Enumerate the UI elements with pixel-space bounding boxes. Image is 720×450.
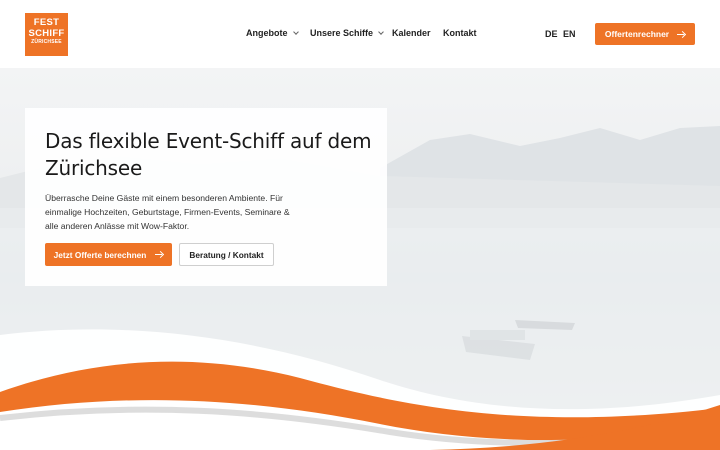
offertenrechner-button[interactable]: Offertenrechner [595, 23, 695, 45]
chevron-down-icon [292, 28, 299, 35]
calculate-offer-button[interactable]: Jetzt Offerte berechnen [45, 243, 172, 266]
nav-item-angebote[interactable]: Angebote [246, 28, 299, 38]
chevron-down-icon [378, 28, 384, 35]
offertenrechner-label: Offertenrechner [604, 29, 670, 39]
contact-button[interactable]: Beratung / Kontakt [179, 243, 274, 266]
site-header: FEST SCHIFF ZÜRICHSEE Angebote Unsere Sc… [0, 0, 720, 68]
hero-description: Überrasche Deine Gäste mit einem besonde… [45, 193, 290, 231]
arrow-right-icon [677, 31, 685, 38]
nav-item-label: Angebote [246, 28, 288, 38]
logo-line-1: FEST [33, 17, 60, 28]
calculate-offer-label: Jetzt Offerte berechnen [53, 249, 147, 260]
logo-line-3: ZÜRICHSEE [31, 39, 62, 45]
nav-item-kontakt[interactable]: Kontakt [443, 28, 477, 38]
nav-item-label: Kontakt [443, 28, 477, 38]
logo-line-2: SCHIFF [28, 27, 65, 39]
contact-label: Beratung / Kontakt [189, 249, 264, 260]
language-en[interactable]: EN [563, 29, 576, 39]
logo[interactable]: FEST SCHIFF ZÜRICHSEE [25, 13, 68, 56]
nav-item-label: Kalender [392, 28, 431, 38]
language-de[interactable]: DE [545, 29, 558, 39]
nav-item-label: Unsere Schiffe [310, 28, 374, 38]
nav-item-unsere-schiffe[interactable]: Unsere Schiffe [310, 28, 384, 38]
nav-item-kalender[interactable]: Kalender [392, 28, 431, 38]
hero-card: Das flexible Event-Schiff auf dem Zürich… [25, 108, 387, 286]
arrow-right-icon [155, 251, 163, 258]
hero-title: Das flexible Event-Schiff auf dem Zürich… [45, 129, 372, 180]
